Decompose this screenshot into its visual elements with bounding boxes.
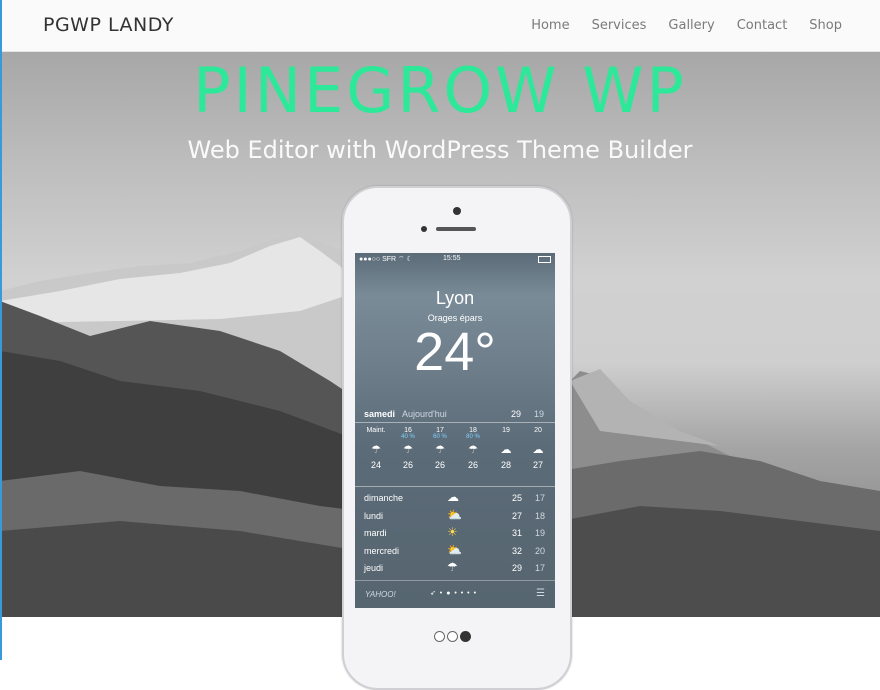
daily-low: 17	[535, 563, 546, 573]
phone-mockup: ●●●○○ SFR ⌔ ☾ 15:55 Lyon Orages épars 24…	[342, 186, 572, 690]
hourly-item: 16 40 % ☂ 26	[393, 427, 423, 470]
nav-services[interactable]: Services	[592, 18, 647, 33]
today-high: 29	[511, 409, 522, 419]
nav-gallery[interactable]: Gallery	[668, 18, 714, 33]
daily-high: 32	[512, 545, 523, 556]
daily-row: lundi ⛅ 27 18	[355, 508, 555, 526]
hourly-item: 17 60 % ☂ 26	[425, 427, 455, 470]
rain-cloud-icon: ☂	[447, 560, 458, 574]
cloud-icon: ☁	[500, 444, 512, 456]
hourly-temp: 28	[500, 460, 511, 470]
status-bar: ●●●○○ SFR ⌔ ☾ 15:55	[355, 255, 555, 265]
daily-high: 27	[512, 510, 523, 521]
partly-sunny-icon: ⛅	[447, 507, 462, 522]
hourly-time: 20	[534, 427, 542, 434]
daily-forecast: dimanche ☁ 25 17 lundi ⛅ 27 18 mardi ☀ 3…	[355, 490, 555, 578]
main-nav: Home Services Gallery Contact Shop	[509, 18, 842, 33]
daily-low: 20	[535, 545, 546, 556]
nav-home[interactable]: Home	[531, 18, 569, 33]
site-brand[interactable]: PGWP LANDY	[43, 14, 174, 36]
today-row: samedi Aujourd'hui 29 19	[355, 406, 555, 423]
phone-camera	[453, 207, 461, 215]
daily-high: 29	[512, 563, 523, 573]
today-label: Aujourd'hui	[402, 409, 447, 419]
hourly-precip: 40 %	[401, 434, 415, 440]
page-dots: ➶ • ● • • • •	[430, 590, 478, 597]
phone-sensor	[421, 226, 427, 232]
status-carrier: ●●●○○ SFR ⌔ ☾	[359, 256, 413, 263]
hourly-item: 18 80 % ☂ 26	[458, 427, 488, 470]
partly-sunny-icon: ⛅	[447, 542, 462, 557]
hero-title: PINEGROW WP	[193, 54, 687, 127]
yahoo-logo[interactable]: YAHOO!	[365, 590, 396, 599]
weather-city: Lyon	[435, 288, 475, 308]
hourly-temp: 26	[402, 460, 413, 470]
hourly-item: 20 ☁ 27	[523, 427, 553, 470]
daily-high: 31	[512, 528, 523, 538]
hourly-precip: 80 %	[466, 434, 480, 440]
hourly-item: Maint. ☂ 24	[361, 427, 391, 470]
daily-low: 17	[535, 493, 546, 503]
status-time: 15:55	[443, 255, 461, 262]
hourly-temp: 26	[434, 460, 445, 470]
weather-temperature: 24°	[414, 322, 496, 382]
hourly-temp: 27	[532, 460, 543, 470]
hourly-temp: 26	[467, 460, 478, 470]
rain-cloud-icon: ☂	[403, 444, 413, 456]
daily-day: dimanche	[364, 493, 404, 503]
weather-app-screen: ●●●○○ SFR ⌔ ☾ 15:55 Lyon Orages épars 24…	[355, 253, 555, 608]
rain-cloud-icon: ☂	[435, 444, 445, 456]
slider-dot-active[interactable]	[460, 631, 471, 642]
hourly-precip	[491, 434, 521, 442]
battery-icon	[538, 256, 551, 263]
cloud-icon: ☁	[532, 444, 544, 456]
hourly-precip	[361, 434, 391, 442]
hourly-time: 17	[436, 427, 444, 434]
daily-row: jeudi ☂ 29 17	[355, 560, 555, 578]
daily-row: mardi ☀ 31 19	[355, 525, 555, 543]
daily-day: mercredi	[364, 545, 400, 556]
daily-day: lundi	[364, 510, 384, 521]
nav-shop[interactable]: Shop	[809, 18, 842, 33]
phone-speaker	[436, 227, 476, 231]
navbar: PGWP LANDY Home Services Gallery Contact…	[0, 0, 880, 52]
weather-footer: YAHOO! ➶ • ● • • • • ☰	[355, 580, 555, 608]
today-low: 19	[534, 409, 545, 419]
hourly-temp: 24	[370, 460, 381, 470]
slider-indicators	[434, 631, 471, 642]
daily-row: dimanche ☁ 25 17	[355, 490, 555, 508]
hourly-item: 19 ☁ 28	[491, 427, 521, 470]
daily-high: 25	[512, 493, 523, 503]
today-day: samedi	[364, 409, 396, 419]
daily-row: mercredi ⛅ 32 20	[355, 543, 555, 561]
hourly-time: 16	[404, 427, 412, 434]
daily-low: 19	[535, 528, 546, 538]
rain-cloud-icon: ☂	[468, 444, 478, 456]
hero-subtitle: Web Editor with WordPress Theme Builder	[187, 136, 693, 164]
sun-icon: ☀	[447, 525, 458, 539]
hourly-time: Maint.	[366, 427, 386, 434]
cloud-icon: ☁	[447, 490, 459, 504]
slider-dot[interactable]	[447, 631, 458, 642]
daily-low: 18	[535, 510, 546, 521]
slider-dot[interactable]	[434, 631, 445, 642]
hourly-precip: 60 %	[433, 434, 447, 440]
hourly-time: 18	[469, 427, 477, 434]
rain-cloud-icon: ☂	[371, 444, 381, 456]
hourly-forecast: Maint. ☂ 24 16 40 % ☂ 26 17 60 % ☂ 26 18…	[355, 427, 555, 487]
daily-day: mardi	[364, 528, 387, 538]
list-menu-icon[interactable]: ☰	[536, 588, 545, 599]
hourly-precip	[523, 434, 553, 442]
daily-day: jeudi	[364, 563, 384, 573]
nav-contact[interactable]: Contact	[737, 18, 788, 33]
hourly-time: 19	[502, 427, 510, 434]
left-edge-line	[0, 0, 2, 660]
